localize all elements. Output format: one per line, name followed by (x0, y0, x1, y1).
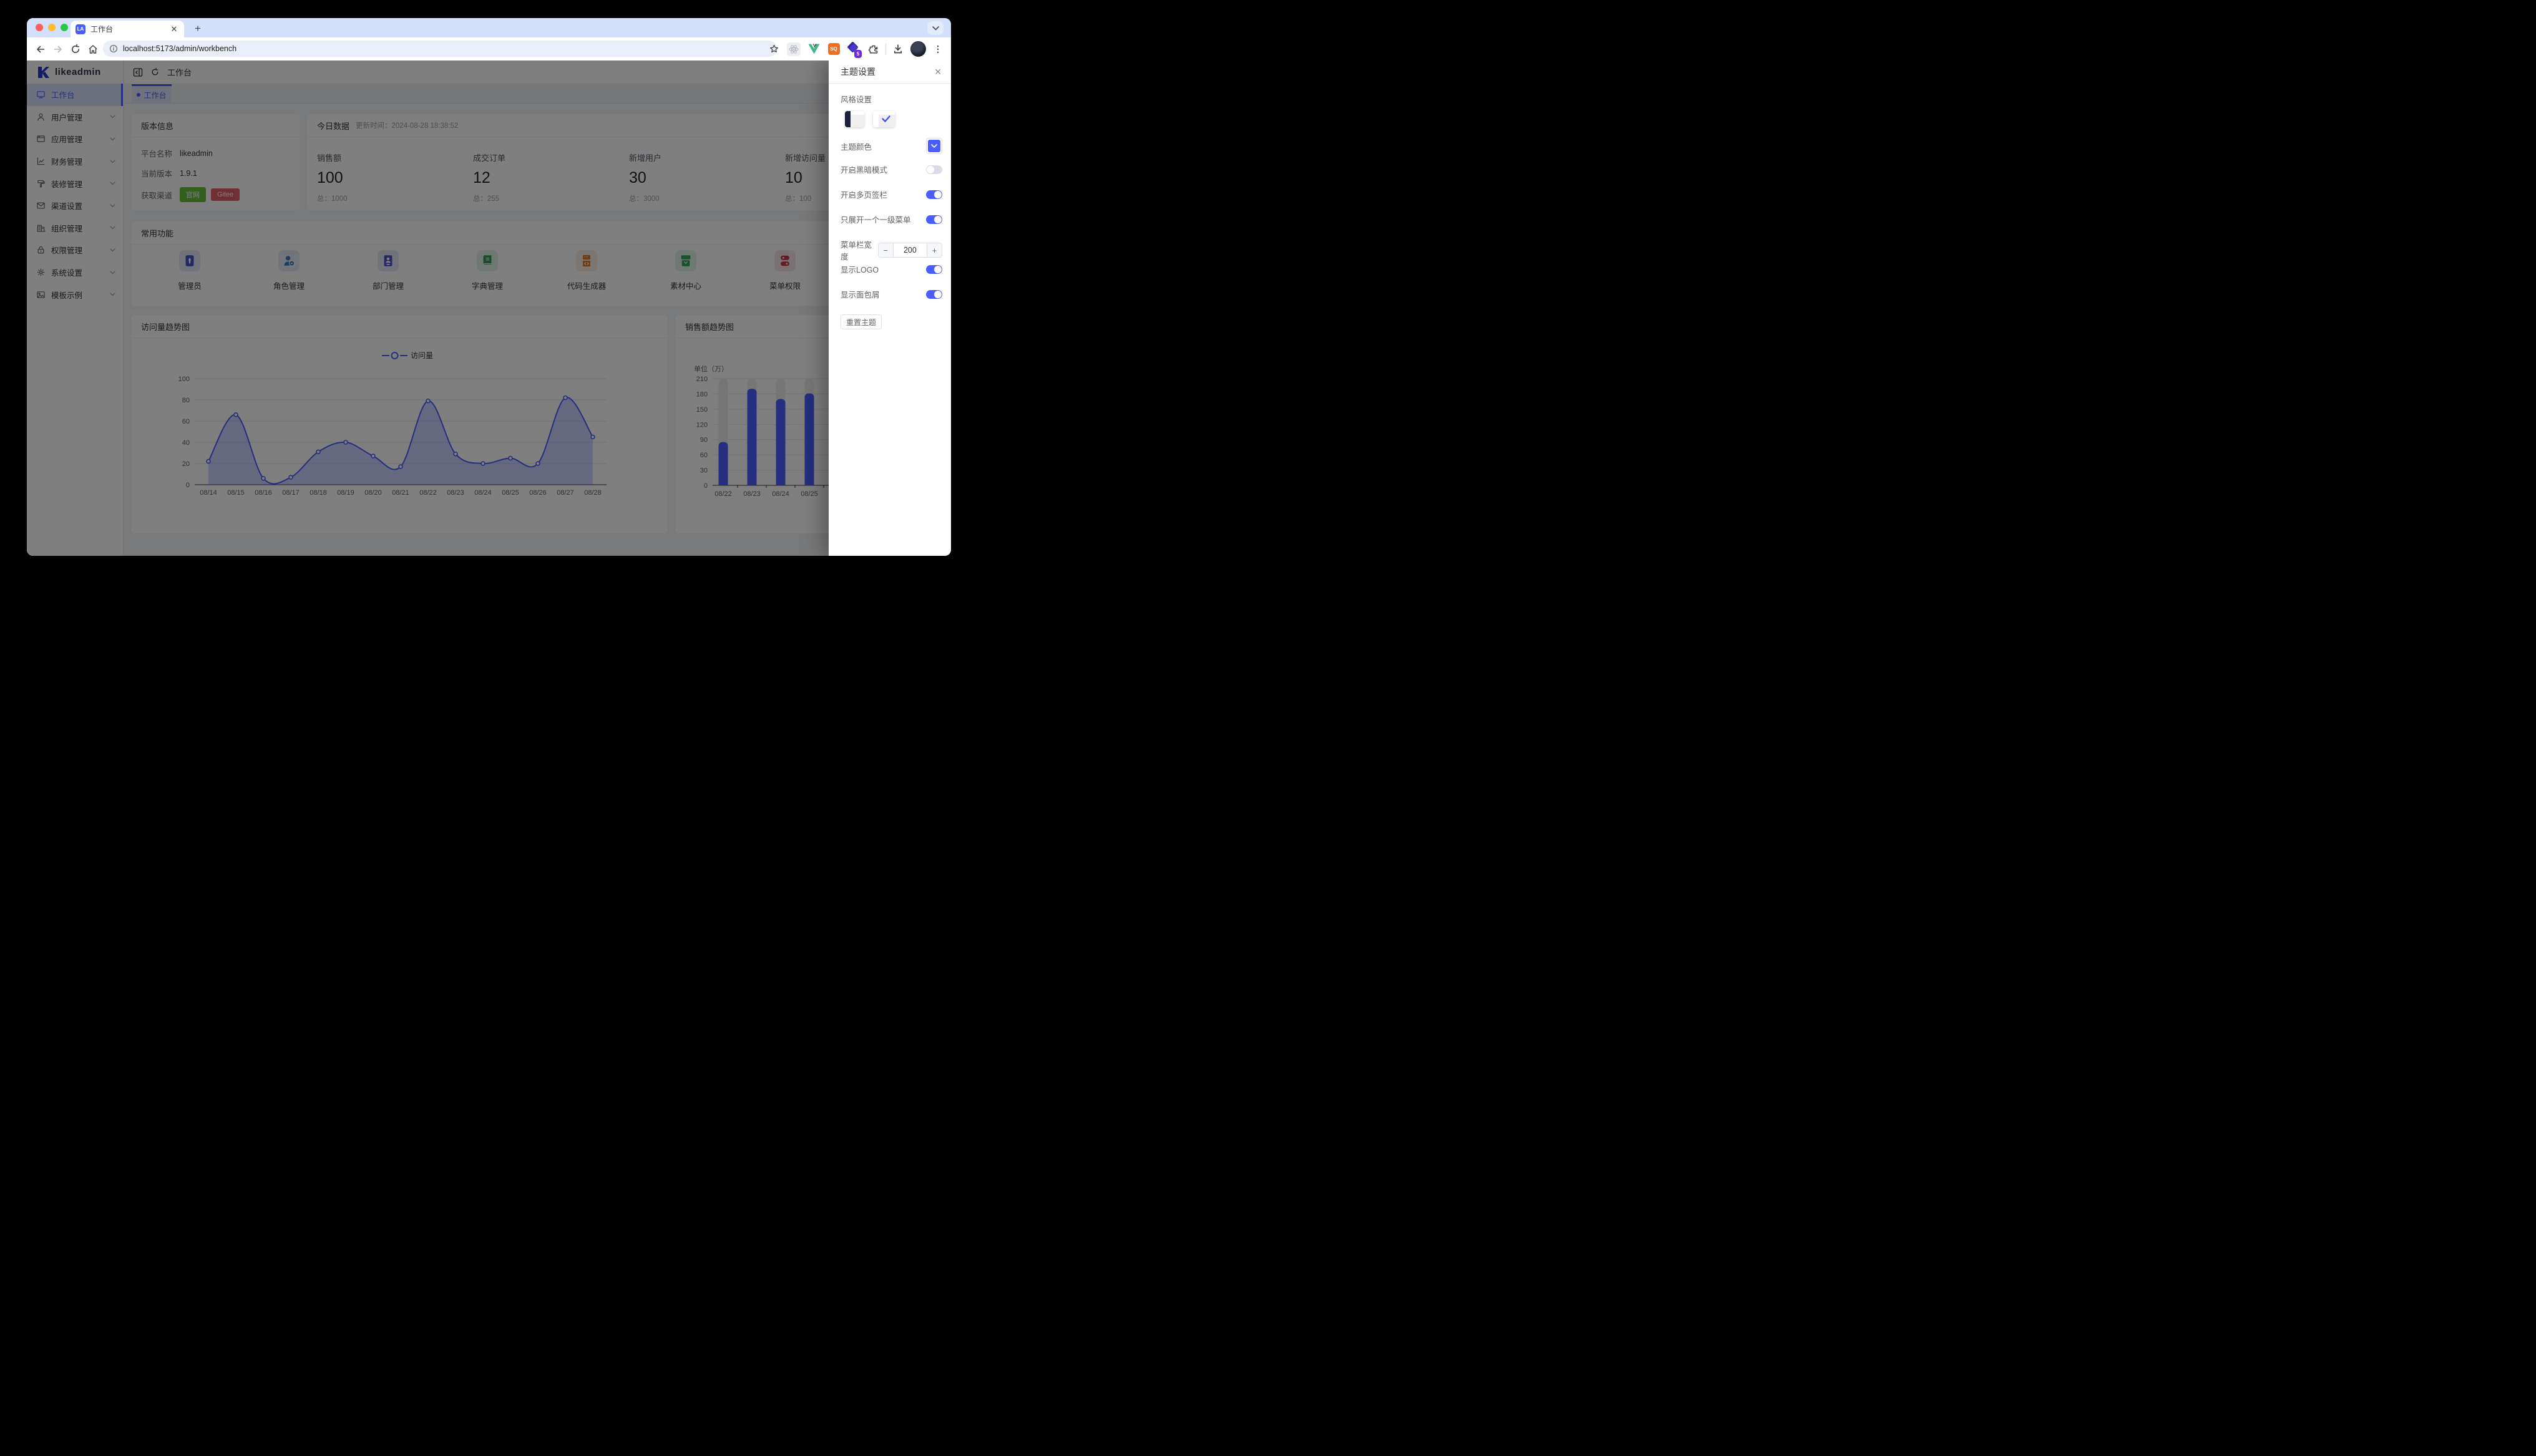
chevron-down-icon (931, 143, 937, 148)
drawer-overlay-mask[interactable] (27, 61, 951, 556)
browser-window: LA 工作台 ✕ + localhost:5173/admin/workbenc… (27, 18, 951, 556)
toolbar-divider (885, 43, 886, 55)
drawer-row-2: 只展开一个一级菜单 (841, 213, 942, 225)
drawer-row-label: 开启黑暗模式 (841, 166, 888, 175)
drawer-title: 主题设置 (841, 67, 875, 77)
tab-overflow-button[interactable] (927, 21, 944, 35)
drawer-row-3: 菜单栏宽度 −200 + (841, 238, 942, 262)
stepper-increase-button[interactable]: + (927, 243, 942, 257)
drawer-row-1: 开启多页签栏 (841, 188, 942, 200)
reset-theme-button[interactable]: 重置主题 (841, 314, 882, 329)
new-tab-button[interactable]: + (190, 21, 205, 36)
theme-color-label: 主题颜色 (841, 142, 872, 152)
home-button[interactable] (84, 41, 102, 58)
sq-extension-icon[interactable]: SQ (826, 41, 842, 57)
browser-tabstrip: LA 工作台 ✕ + (27, 18, 951, 37)
stepper-value[interactable]: 200 (892, 243, 928, 257)
vue-devtools-icon[interactable] (806, 41, 822, 57)
site-info-icon[interactable] (109, 44, 118, 53)
drawer-row-label: 显示面包屑 (841, 291, 880, 299)
browser-menu-icon[interactable] (930, 41, 946, 57)
drawer-row-0: 开启黑暗模式 (841, 163, 942, 175)
zoom-window-button[interactable] (61, 24, 68, 31)
style-selected-check-icon (882, 115, 890, 122)
theme-color-row: 主题颜色 (841, 138, 942, 154)
stepper-decrease-button[interactable]: − (878, 243, 893, 257)
browser-toolbar: localhost:5173/admin/workbench SQ 5 (27, 37, 951, 61)
bookmark-star-icon[interactable] (766, 41, 782, 57)
react-devtools-icon[interactable] (786, 41, 802, 57)
toggle-4[interactable] (926, 265, 942, 274)
theme-color-picker[interactable] (926, 138, 942, 154)
drawer-row-label: 开启多页签栏 (841, 191, 888, 200)
tab-title: 工作台 (90, 25, 114, 34)
tab-favicon: LA (76, 24, 85, 34)
menu-width-stepper: −200 + (877, 243, 942, 258)
back-button[interactable] (32, 41, 49, 58)
toggle-5[interactable] (926, 289, 942, 299)
reload-button[interactable] (67, 41, 84, 58)
close-window-button[interactable] (36, 24, 43, 31)
drawer-row-label: 显示LOGO (841, 266, 879, 274)
extensions-puzzle-icon[interactable] (866, 41, 882, 57)
toggle-0[interactable] (926, 165, 942, 174)
theme-settings-drawer: 主题设置 ✕ 风格设置 主题颜色 开启黑暗模式 开启多页签栏 只展开一个一级菜单… (829, 61, 951, 556)
drawer-close-icon[interactable]: ✕ (934, 67, 942, 77)
drawer-row-label: 只展开一个一级菜单 (841, 216, 911, 225)
extension-badge: 5 (854, 49, 862, 58)
style-option-light-selected[interactable] (873, 111, 895, 127)
drawer-row-5: 显示面包屑 (841, 288, 942, 300)
minimize-window-button[interactable] (48, 24, 56, 31)
gem-extension-icon[interactable]: 5 (846, 41, 862, 58)
style-option-dark-sidebar[interactable] (845, 111, 864, 127)
url-text: localhost:5173/admin/workbench (123, 44, 237, 53)
browser-tab[interactable]: LA 工作台 ✕ (71, 21, 184, 37)
downloads-icon[interactable] (890, 41, 906, 57)
drawer-row-label: 菜单栏宽度 (841, 241, 872, 261)
page-viewport: likeadmin 工作台用户管理应用管理财务管理装修管理渠道设置组织管理权限管… (27, 61, 951, 556)
profile-avatar[interactable] (910, 41, 926, 57)
toggle-2[interactable] (926, 215, 942, 224)
traffic-lights (36, 24, 68, 31)
tab-close-icon[interactable]: ✕ (169, 24, 179, 34)
toggle-1[interactable] (926, 190, 942, 199)
style-settings-label: 风格设置 (841, 95, 872, 104)
forward-button[interactable] (49, 41, 67, 58)
address-bar[interactable]: localhost:5173/admin/workbench (103, 41, 777, 57)
drawer-row-4: 显示LOGO (841, 263, 942, 275)
